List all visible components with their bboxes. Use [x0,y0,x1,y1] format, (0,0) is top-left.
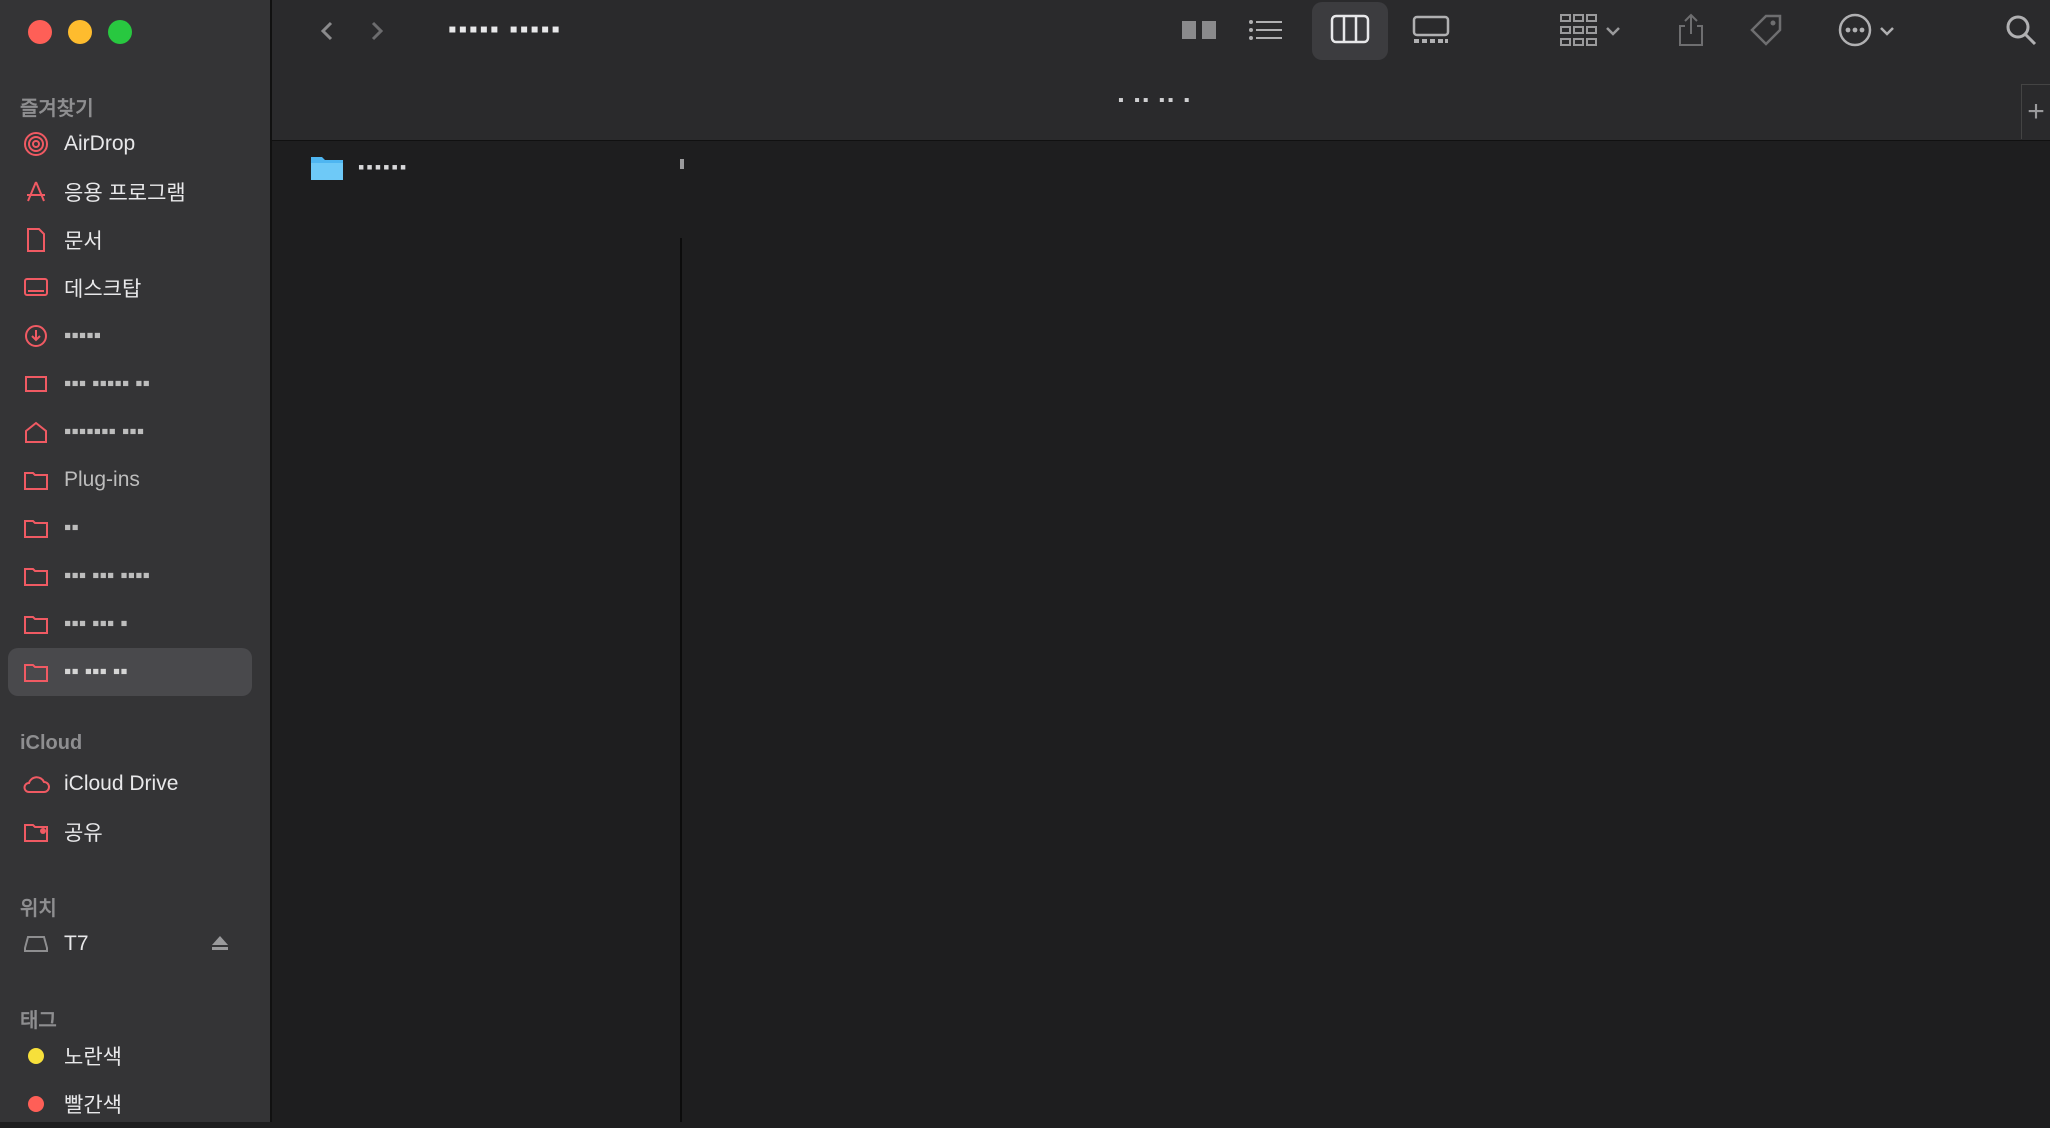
sidebar-item-folder-3[interactable]: ▪▪▪ ▪▪▪ ▪ [8,600,252,648]
share-button[interactable] [1666,8,1716,56]
sidebar-item-documents[interactable]: 문서 [8,216,252,264]
sidebar-item-tag-red[interactable]: 빨간색 [8,1080,252,1128]
column-browser: ▪▪▪▪▪▪ [272,141,2050,1122]
sidebar-item-label: 빨간색 [64,1094,122,1117]
tab-title: ▪ ▪▪ ▪▪ ▪ [1118,92,1193,109]
sidebar-item-label: ▪▪ [64,516,79,539]
tag-icon [1748,12,1784,53]
toolbar: ▪▪▪▪▪ ▪▪▪▪▪ ▪ ▪▪ ▪▪ ▪ [272,0,2050,141]
folder-icon [22,562,50,590]
window-controls [28,20,132,44]
sidebar-item-label: ▪▪ ▪▪▪ ▪▪ [64,660,128,683]
external-drive-icon [22,930,50,958]
shared-folder-icon [22,818,50,846]
sidebar-item-label: ▪▪▪ ▪▪▪ ▪ [64,612,128,635]
back-button[interactable] [312,14,342,48]
sidebar-item-label: ▪▪▪ ▪▪▪▪▪ ▪▪ [64,372,151,395]
sidebar-item-folder-1[interactable]: ▪▪ [8,504,252,552]
list-item[interactable]: ▪▪▪▪▪▪ [310,149,690,185]
cloud-icon [22,770,50,798]
share-icon [1676,12,1706,53]
tag-button[interactable] [1738,8,1794,56]
more-actions-button[interactable] [1826,8,1906,56]
icon-view-icon [1180,17,1220,48]
harddisk-icon [22,370,50,398]
forward-button[interactable] [362,14,392,48]
sidebar-item-label: AirDrop [64,132,136,155]
search-button[interactable] [1996,8,2046,56]
chevron-right-icon [680,157,686,176]
search-icon [2004,13,2038,52]
sidebar-item-label: ▪▪▪▪▪ [64,324,102,347]
sidebar: 즐겨찾기 AirDrop 응용 프로그램 문서 데스크탑 ▪▪▪▪▪ ▪▪▪ ▪… [0,0,272,1122]
list-item-name: ▪▪▪▪▪▪ [358,156,409,177]
sidebar-item-label: 응용 프로그램 [64,182,186,205]
sidebar-item-tag-yellow[interactable]: 노란색 [8,1032,252,1080]
icloud-section-title: iCloud [20,732,83,754]
airdrop-icon [22,130,50,158]
sidebar-item-plugins[interactable]: Plug-ins [8,456,252,504]
window-title: ▪▪▪▪▪ ▪▪▪▪▪ [448,16,562,43]
sidebar-item-t7[interactable]: T7 [8,920,252,968]
sidebar-item-airdrop[interactable]: AirDrop [8,120,252,168]
sidebar-item-icloud-drive[interactable]: iCloud Drive [8,760,252,808]
eject-icon[interactable] [210,934,230,957]
tag-yellow-icon [22,1042,50,1070]
new-tab-button[interactable]: + [2021,84,2050,139]
column-view-icon [1330,14,1370,49]
plus-icon: + [2027,95,2045,128]
sidebar-item-label: 노란색 [64,1046,122,1069]
column-view-button[interactable] [1312,2,1388,60]
sidebar-item-label: 공유 [64,822,103,845]
gallery-view-button[interactable] [1398,8,1464,56]
sidebar-item-home[interactable]: ▪▪▪▪▪▪▪ ▪▪▪ [8,408,252,456]
downloads-icon [22,322,50,350]
icon-view-button[interactable] [1172,8,1228,56]
sidebar-item-desktop[interactable]: 데스크탑 [8,264,252,312]
tag-red-icon [22,1090,50,1118]
document-icon [22,226,50,254]
folder-icon [22,658,50,686]
sidebar-item-applications[interactable]: 응용 프로그램 [8,168,252,216]
minimize-window-button[interactable] [68,20,92,44]
applications-icon [22,178,50,206]
sidebar-item-folder-2[interactable]: ▪▪▪ ▪▪▪ ▪▪▪▪ [8,552,252,600]
sidebar-item-label: 데스크탑 [64,278,142,301]
chevron-down-icon [1879,23,1895,41]
sidebar-item-label: ▪▪▪ ▪▪▪ ▪▪▪▪ [64,564,151,587]
sidebar-item-downloads[interactable]: ▪▪▪▪▪ [8,312,252,360]
column-divider[interactable] [680,238,682,1122]
sidebar-item-label: iCloud Drive [64,772,179,795]
sidebar-item-folder-4[interactable]: ▪▪ ▪▪▪ ▪▪ [8,648,252,696]
ellipsis-circle-icon [1837,12,1873,53]
folder-icon [22,514,50,542]
tags-section-title: 태그 [20,1010,57,1032]
chevron-down-icon [1605,23,1621,41]
sidebar-item-label: T7 [64,932,89,955]
desktop-icon [22,274,50,302]
sidebar-item-label: ▪▪▪▪▪▪▪ ▪▪▪ [64,420,145,443]
folder-icon [22,610,50,638]
folder-icon [310,153,344,181]
group-icon [1559,13,1599,52]
sidebar-item-shared[interactable]: 공유 [8,808,252,856]
home-icon [22,418,50,446]
folder-icon [22,466,50,494]
sidebar-item-label: 문서 [64,230,103,253]
favorites-section-title: 즐겨찾기 [20,98,94,120]
list-view-button[interactable] [1238,8,1294,56]
group-button[interactable] [1550,8,1630,56]
close-window-button[interactable] [28,20,52,44]
sidebar-item-label: Plug-ins [64,468,140,491]
locations-section-title: 위치 [20,898,57,920]
gallery-view-icon [1411,15,1451,50]
zoom-window-button[interactable] [108,20,132,44]
list-view-icon [1248,17,1284,48]
sidebar-item-macintosh-hd[interactable]: ▪▪▪ ▪▪▪▪▪ ▪▪ [8,360,252,408]
